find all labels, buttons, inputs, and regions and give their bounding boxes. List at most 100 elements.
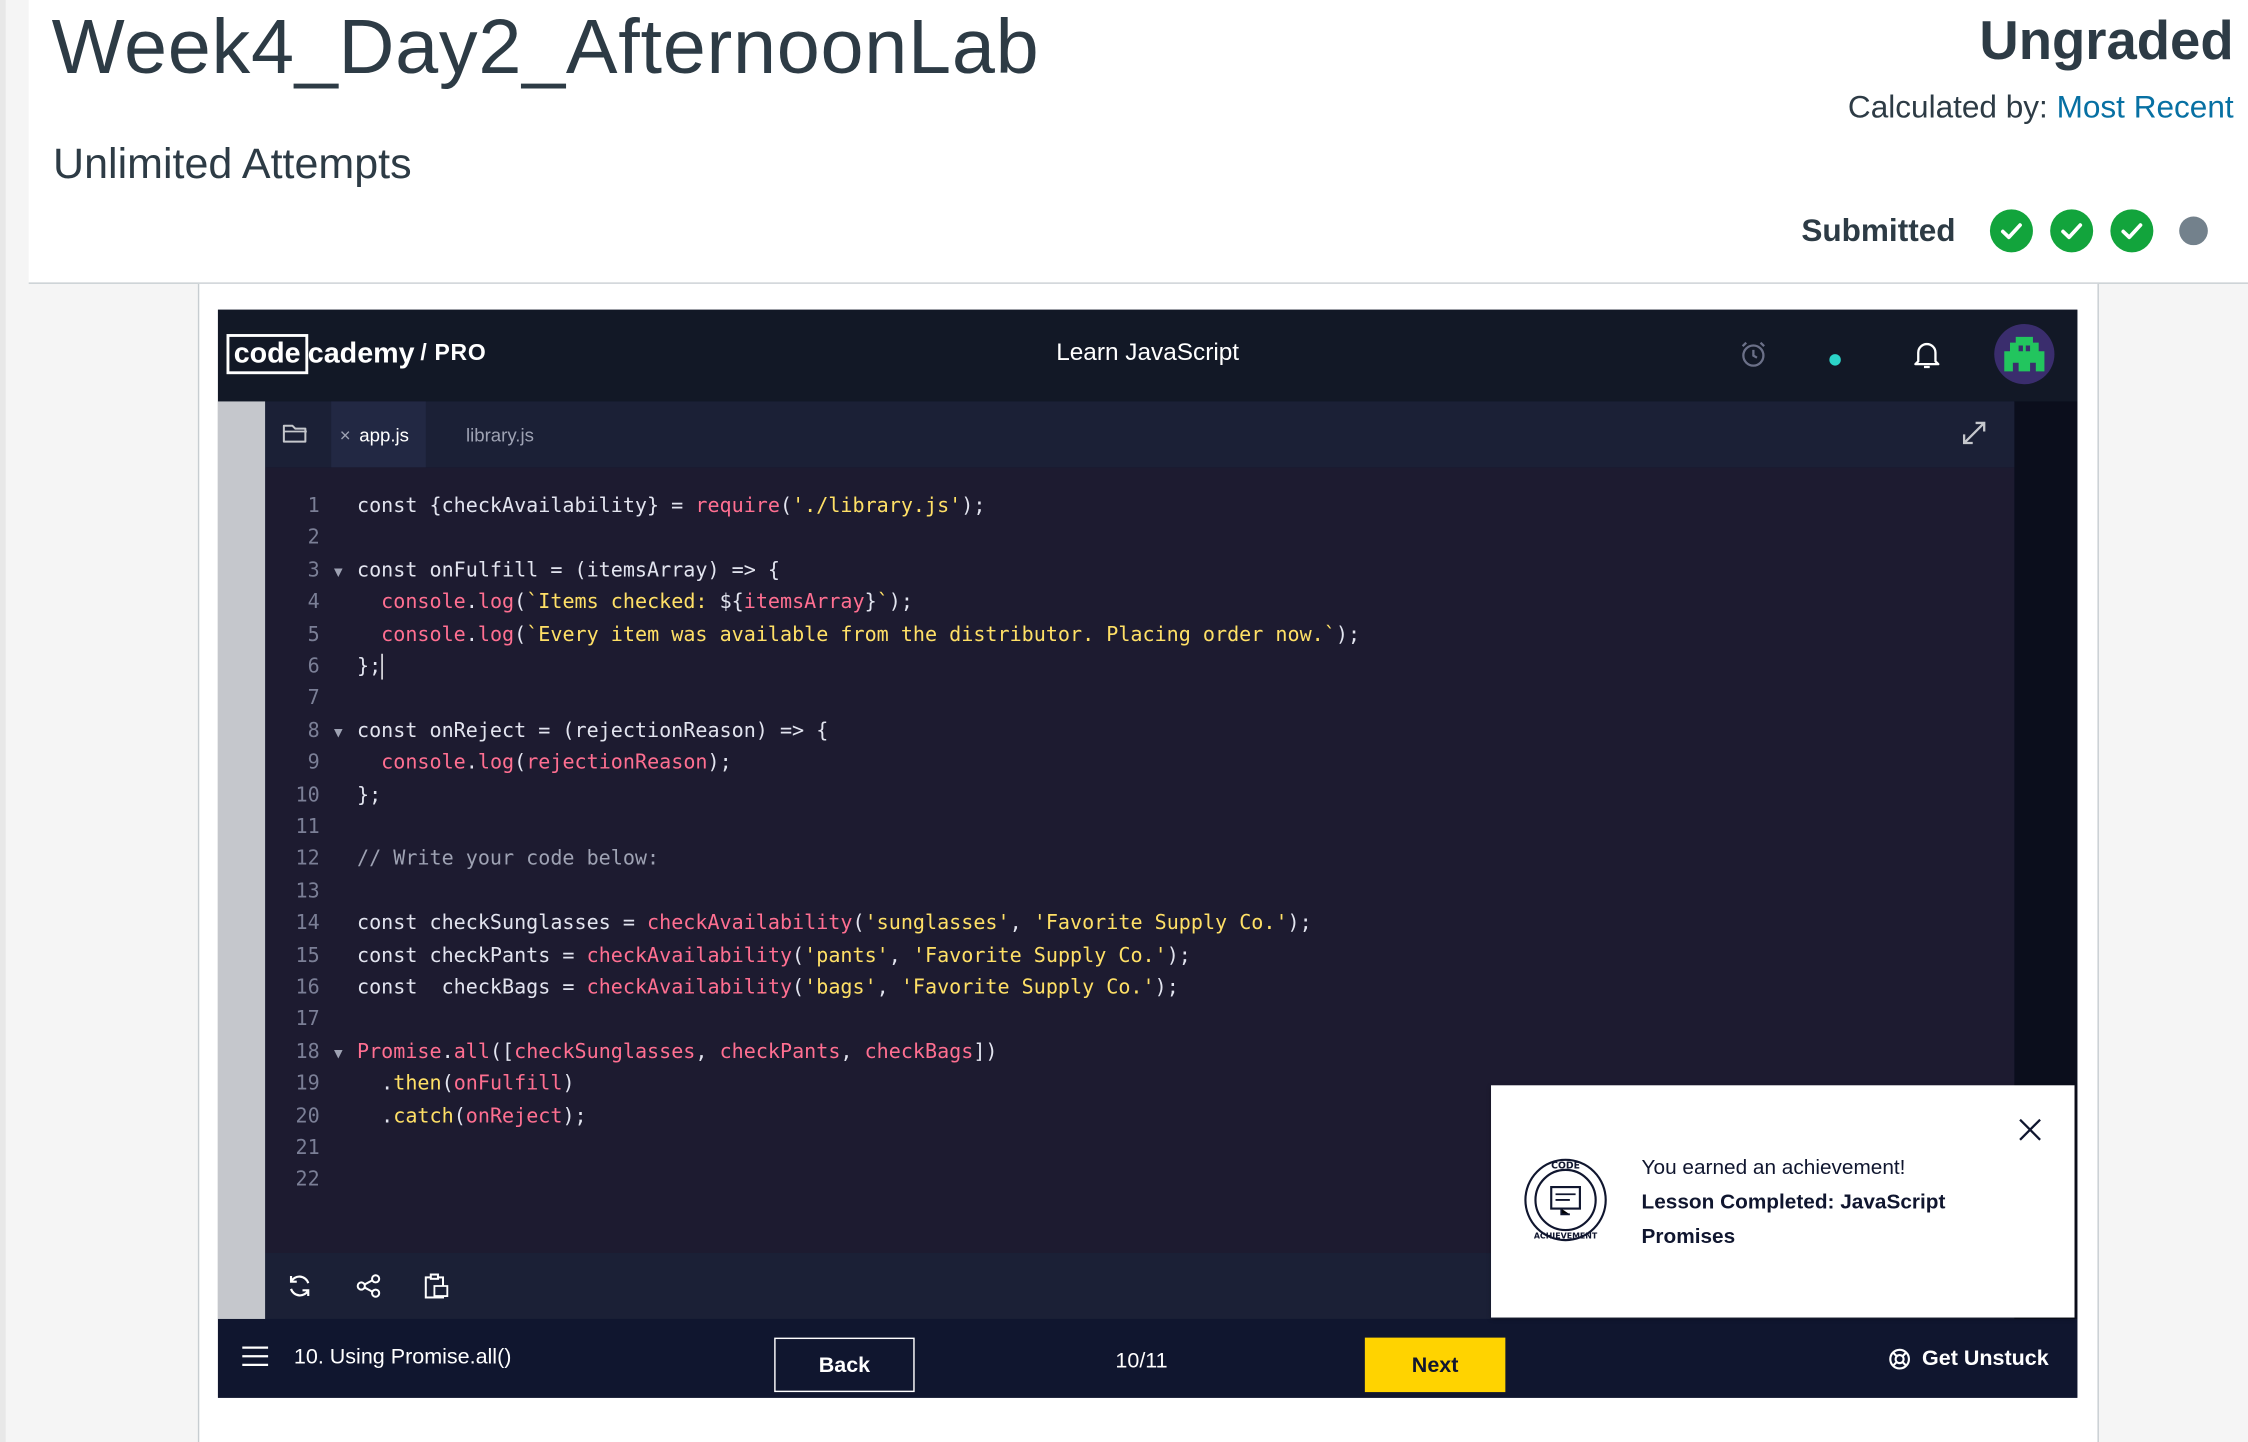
code-text: const checkBags = checkAvailability('bag… xyxy=(356,976,1179,1000)
code-line[interactable]: 18 ▼ Promise.all([checkSunglasses, checkPa… xyxy=(265,1036,998,1071)
avatar-robot-icon xyxy=(2004,336,2045,372)
code-text: // Write your code below: xyxy=(356,847,660,871)
get-unstuck-button[interactable]: Get Unstuck xyxy=(1888,1346,2049,1371)
tab-label: library.js xyxy=(465,423,534,446)
line-number: 5 xyxy=(307,623,320,647)
line-number: 18 xyxy=(295,1040,320,1064)
codecademy-logo[interactable]: code cademy / PRO xyxy=(226,334,487,375)
course-title[interactable]: Learn JavaScript xyxy=(1056,338,1239,365)
achievement-line2: Lesson Completed: JavaScript Promises xyxy=(1641,1191,1946,1249)
code-text: }; xyxy=(356,653,383,680)
code-text: const checkPants = checkAvailability('pa… xyxy=(356,944,1191,968)
code-line[interactable]: 5 console.log(`Every item was available … xyxy=(265,619,1360,651)
line-number: 13 xyxy=(295,879,320,903)
submission-status: Submitted xyxy=(1801,209,2208,253)
alarm-clock-icon[interactable] xyxy=(1738,338,1770,377)
achievement-line1: You earned an achievement! xyxy=(1641,1156,1906,1180)
code-line[interactable]: 12 // Write your code below: xyxy=(265,844,660,876)
code-line[interactable]: 20 .catch(onReject); xyxy=(265,1100,587,1132)
assignment-title: Week4_Day2_AfternoonLab xyxy=(51,4,1040,91)
close-icon[interactable] xyxy=(2017,1117,2043,1150)
code-line[interactable]: 11 xyxy=(265,811,357,843)
code-text: .catch(onReject); xyxy=(356,1104,587,1128)
code-text: console.log(rejectionReason); xyxy=(381,751,732,775)
codecademy-topbar: code cademy / PRO Learn JavaScript xyxy=(217,309,2078,402)
achievement-message: You earned an achievement! Lesson Comple… xyxy=(1642,1151,2000,1254)
code-achievement-badge-icon: CODE ACHIEVEMENT xyxy=(1523,1157,1609,1250)
instructions-panel-collapsed[interactable] xyxy=(217,401,266,1319)
line-number: 12 xyxy=(295,847,320,871)
line-number: 7 xyxy=(307,687,320,711)
line-number: 11 xyxy=(295,815,320,839)
code-line[interactable]: 22 xyxy=(265,1165,357,1197)
code-line[interactable]: 19 .then(onFulfill) xyxy=(265,1068,575,1100)
submitted-label: Submitted xyxy=(1801,212,1956,249)
code-line[interactable]: 10}; xyxy=(265,779,382,811)
tab-label: app.js xyxy=(359,423,410,446)
line-number: 19 xyxy=(295,1072,320,1096)
get-unstuck-label: Get Unstuck xyxy=(1922,1346,2049,1371)
clipboard-icon[interactable] xyxy=(421,1272,450,1308)
fold-arrow-icon[interactable]: ▼ xyxy=(320,1039,357,1071)
back-button[interactable]: Back xyxy=(774,1337,915,1393)
code-line[interactable]: 21 xyxy=(265,1133,357,1165)
attempt-1-complete-icon[interactable] xyxy=(1989,209,2033,253)
calculated-by-link[interactable]: Most Recent xyxy=(2057,89,2234,125)
line-number: 21 xyxy=(295,1136,320,1160)
exercise-progress: 10/11 xyxy=(1115,1349,1168,1374)
code-line[interactable]: 6}; xyxy=(265,651,383,683)
tab-library-js[interactable]: library.js xyxy=(466,401,534,467)
bell-icon[interactable] xyxy=(1913,338,1942,377)
fold-arrow-icon[interactable]: ▼ xyxy=(320,718,357,750)
logo-code: code xyxy=(226,334,308,375)
attempt-2-complete-icon[interactable] xyxy=(2050,209,2094,253)
hamburger-menu-icon[interactable] xyxy=(241,1345,270,1375)
code-text: const onReject = (rejectionReason) => { xyxy=(356,719,829,743)
logo-cademy: cademy xyxy=(307,337,415,370)
lesson-title[interactable]: 10. Using Promise.all() xyxy=(294,1345,512,1369)
folder-icon[interactable] xyxy=(282,421,308,451)
grade-status: Ungraded xyxy=(1979,11,2234,72)
calculated-by-label: Calculated by: xyxy=(1847,88,2048,125)
line-number: 10 xyxy=(295,783,320,807)
line-number: 8 xyxy=(307,719,320,743)
fold-arrow-icon[interactable]: ▼ xyxy=(320,557,357,589)
code-line[interactable]: 9 console.log(rejectionReason); xyxy=(265,747,732,779)
expand-icon[interactable] xyxy=(1960,419,1989,455)
tab-app-js[interactable]: × app.js xyxy=(331,401,427,468)
line-number: 4 xyxy=(307,590,320,614)
attempt-3-complete-icon[interactable] xyxy=(2110,209,2154,253)
svg-text:CODE: CODE xyxy=(1551,1160,1580,1171)
code-text: }; xyxy=(356,783,382,807)
line-number: 16 xyxy=(295,976,320,1000)
reset-icon[interactable] xyxy=(285,1272,314,1308)
share-icon[interactable] xyxy=(354,1272,383,1308)
code-text: console.log(`Every item was available fr… xyxy=(381,623,1361,647)
achievement-toast: CODE ACHIEVEMENT You earned an achieveme… xyxy=(1491,1085,2075,1318)
course-title-wrap: Learn JavaScript xyxy=(218,338,2077,367)
line-number: 14 xyxy=(295,912,320,936)
code-line[interactable]: 13 xyxy=(265,876,357,908)
close-tab-icon[interactable]: × xyxy=(340,424,351,446)
lifebuoy-icon xyxy=(1888,1348,1910,1369)
calculated-by: Calculated by: Most Recent xyxy=(1848,89,2234,126)
attempt-current-dot-icon[interactable] xyxy=(2179,216,2208,246)
code-line[interactable]: 15 const checkPants = checkAvailability('… xyxy=(265,940,1191,972)
next-button[interactable]: Next xyxy=(1364,1337,1506,1393)
code-text: Promise.all([checkSunglasses, checkPants… xyxy=(356,1040,998,1064)
page: Week4_Day2_AfternoonLab Unlimited Attemp… xyxy=(0,0,2248,1442)
code-line[interactable]: 3 ▼ const onFulfill = (itemsArray) => { xyxy=(265,555,780,587)
code-text: .then(onFulfill) xyxy=(356,1072,575,1096)
svg-text:ACHIEVEMENT: ACHIEVEMENT xyxy=(1534,1232,1598,1241)
code-line[interactable]: 16 const checkBags = checkAvailability('b… xyxy=(265,972,1179,1004)
code-line[interactable]: 8 ▼ const onReject = (rejectionReason) => … xyxy=(265,715,829,750)
code-line[interactable]: 4 console.log(`Items checked: ${itemsArr… xyxy=(265,587,913,619)
code-line[interactable]: 1 const {checkAvailability} = require('./… xyxy=(265,490,986,522)
line-number: 1 xyxy=(307,494,320,518)
code-line[interactable]: 14 const checkSunglasses = checkAvailabil… xyxy=(265,908,1312,940)
code-line[interactable]: 7 xyxy=(265,683,357,715)
code-text: const onFulfill = (itemsArray) => { xyxy=(356,558,780,582)
code-line[interactable]: 2 xyxy=(265,522,357,554)
user-avatar[interactable] xyxy=(1994,324,2055,385)
code-line[interactable]: 17 xyxy=(265,1004,357,1036)
